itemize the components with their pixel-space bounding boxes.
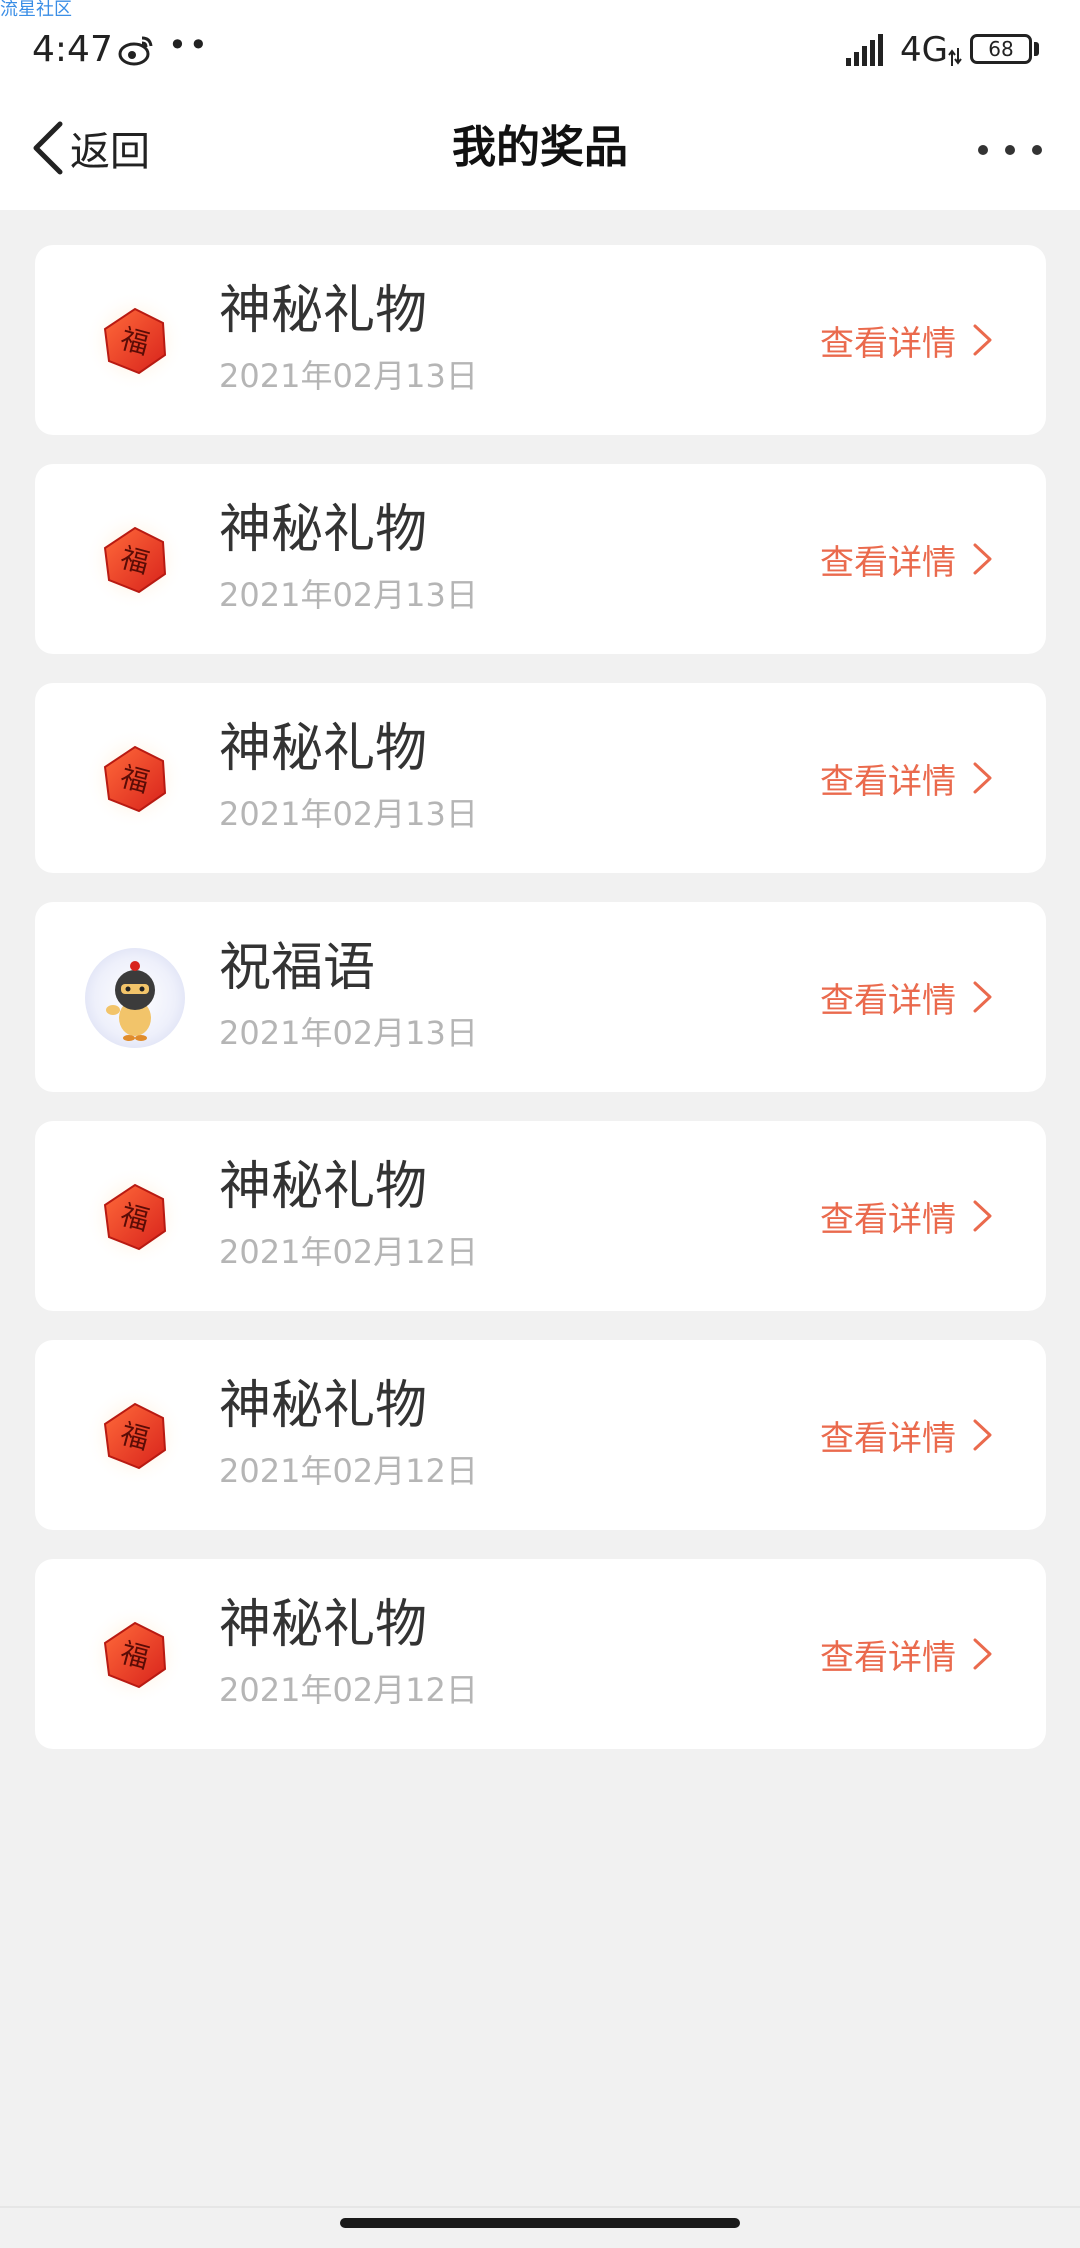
prize-date: 2021年02月12日 <box>219 1452 478 1490</box>
mascot-avatar-icon <box>85 948 185 1048</box>
prize-name: 神秘礼物 <box>219 500 428 560</box>
fu-hexagon-icon: 福 <box>85 729 185 829</box>
prize-list: 福 神秘礼物 2021年02月13日 查看详情 福 神秘礼物 2021年02月1… <box>35 245 1046 1778</box>
view-details-button[interactable]: 查看详情 <box>820 1408 994 1462</box>
prize-name: 神秘礼物 <box>219 1595 428 1655</box>
list-item[interactable]: 福 神秘礼物 2021年02月12日 查看详情 <box>35 1559 1046 1749</box>
bottom-divider <box>0 2206 1080 2208</box>
view-details-label: 查看详情 <box>820 761 956 802</box>
view-details-button[interactable]: 查看详情 <box>820 970 994 1024</box>
dot <box>978 145 988 155</box>
chevron-right-icon <box>973 1638 992 1670</box>
top-bar: 流星社区 4:47 •• 4G 68 返回 我的奖品 <box>0 0 1080 210</box>
view-details-label: 查看详情 <box>820 1637 956 1678</box>
prize-name: 神秘礼物 <box>219 719 428 779</box>
prize-date: 2021年02月13日 <box>219 795 478 833</box>
prize-name: 神秘礼物 <box>219 281 428 341</box>
prize-date: 2021年02月13日 <box>219 357 478 395</box>
weibo-icon <box>118 36 153 66</box>
battery-icon: 68 <box>970 34 1032 64</box>
screen: 流星社区 4:47 •• 4G 68 返回 我的奖品 福 神秘礼物 2021年0… <box>0 0 1080 2248</box>
chevron-right-icon <box>973 762 992 794</box>
view-details-label: 查看详情 <box>820 980 956 1021</box>
fu-hexagon-icon: 福 <box>85 291 185 391</box>
prize-date: 2021年02月13日 <box>219 576 478 614</box>
view-details-button[interactable]: 查看详情 <box>820 1189 994 1243</box>
view-details-button[interactable]: 查看详情 <box>820 313 994 367</box>
watermark: 流星社区 <box>0 0 72 20</box>
chevron-left-icon <box>33 121 63 175</box>
prize-name: 神秘礼物 <box>219 1157 428 1217</box>
network-activity-icon <box>948 48 962 66</box>
list-item[interactable]: 福 神秘礼物 2021年02月13日 查看详情 <box>35 464 1046 654</box>
chevron-right-icon <box>973 324 992 356</box>
prize-name: 神秘礼物 <box>219 1376 428 1436</box>
fu-hexagon-icon: 福 <box>85 1605 185 1705</box>
dot <box>1005 145 1015 155</box>
chevron-right-icon <box>973 1419 992 1451</box>
dot <box>1032 145 1042 155</box>
fu-hexagon-icon: 福 <box>85 1167 185 1267</box>
status-time: 4:47 <box>32 29 113 70</box>
list-item[interactable]: 祝福语 2021年02月13日 查看详情 <box>35 902 1046 1092</box>
prize-date: 2021年02月12日 <box>219 1233 478 1271</box>
prize-name: 祝福语 <box>219 938 376 998</box>
view-details-label: 查看详情 <box>820 323 956 364</box>
network-type: 4G <box>900 30 948 70</box>
view-details-button[interactable]: 查看详情 <box>820 1627 994 1681</box>
view-details-label: 查看详情 <box>820 542 956 583</box>
prize-date: 2021年02月13日 <box>219 1014 478 1052</box>
status-dots: •• <box>168 26 210 64</box>
list-item[interactable]: 福 神秘礼物 2021年02月12日 查看详情 <box>35 1340 1046 1530</box>
home-indicator[interactable] <box>340 2218 740 2228</box>
prize-date: 2021年02月12日 <box>219 1671 478 1709</box>
list-item[interactable]: 福 神秘礼物 2021年02月13日 查看详情 <box>35 683 1046 873</box>
signal-icon <box>846 34 883 66</box>
view-details-label: 查看详情 <box>820 1199 956 1240</box>
page-title: 我的奖品 <box>452 122 628 173</box>
chevron-right-icon <box>973 1200 992 1232</box>
battery-cap <box>1034 42 1039 56</box>
more-dots-icon[interactable] <box>978 130 1042 170</box>
back-label: 返回 <box>70 129 150 175</box>
view-details-button[interactable]: 查看详情 <box>820 532 994 586</box>
fu-hexagon-icon: 福 <box>85 510 185 610</box>
list-item[interactable]: 福 神秘礼物 2021年02月12日 查看详情 <box>35 1121 1046 1311</box>
fu-hexagon-icon: 福 <box>85 1386 185 1486</box>
list-item[interactable]: 福 神秘礼物 2021年02月13日 查看详情 <box>35 245 1046 435</box>
chevron-right-icon <box>973 543 992 575</box>
view-details-label: 查看详情 <box>820 1418 956 1459</box>
back-button[interactable]: 返回 <box>30 118 150 178</box>
chevron-right-icon <box>973 981 992 1013</box>
view-details-button[interactable]: 查看详情 <box>820 751 994 805</box>
